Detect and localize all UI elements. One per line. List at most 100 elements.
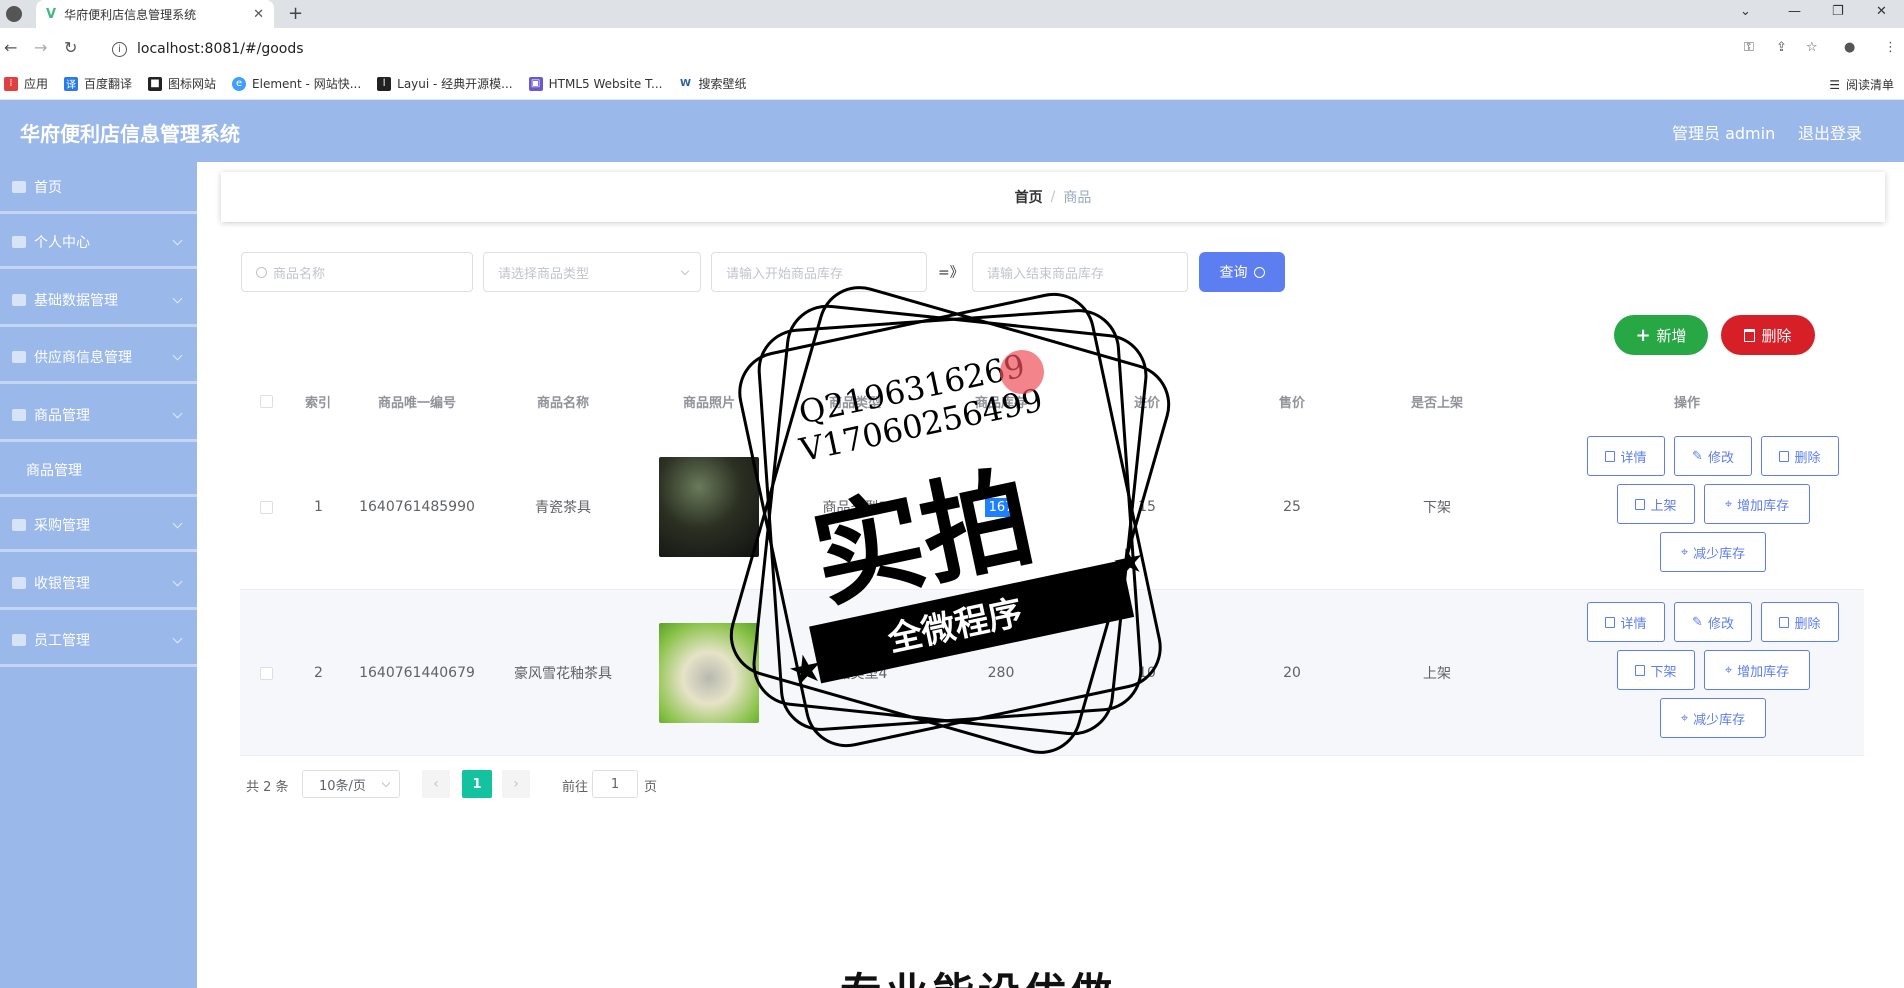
stock-start-input[interactable]: 请输入开始商品库存 [711,252,927,292]
sidebar-item-base-data[interactable]: 基础数据管理 [0,275,197,327]
key-icon[interactable]: ⚿ [1744,40,1754,55]
header-type: 商品类型 [828,395,881,411]
bookmarks-bar: ⁞ 应用 译百度翻译 ■ 图标网站 e Element - 网站快... l Layui… [0,68,1904,100]
query-button[interactable]: 查询 [1199,252,1285,292]
pin-icon: ⌖ [1680,710,1689,726]
reload-icon[interactable]: ↻ [64,38,77,57]
select-all-header [240,378,292,424]
url-text: localhost:8081/#/goods [137,41,304,57]
chevron-down-icon [680,266,690,276]
add-button[interactable]: + 新增 [1614,315,1708,355]
html5-icon: ▣ [528,76,543,91]
add-stock-button[interactable]: ⌖ 增加库存 [1704,650,1810,690]
browser-more-icon[interactable]: ⋮ [1884,40,1897,55]
share-icon[interactable]: ⇪ [1776,40,1787,55]
url-field[interactable]: i localhost:8081/#/goods [104,36,1864,62]
new-tab-icon[interactable]: + [288,3,303,24]
toggle-shelf-button[interactable]: 下架 [1617,650,1695,690]
bookmark-wallpaper[interactable]: W 搜索壁纸 [678,75,746,92]
sidebar-item-purchase[interactable]: 采购管理 [0,500,197,552]
goto-page-input[interactable]: 1 [592,770,638,798]
sidebar-item-profile[interactable]: 个人中心 [0,217,197,269]
bookmark-icon-site[interactable]: ■ 图标网站 [148,75,216,92]
back-icon[interactable]: ← [4,38,17,57]
bookmark-baidu-translate[interactable]: 译百度翻译 [64,75,132,92]
header-on-shelf: 是否上架 [1410,395,1463,411]
layui-icon: l [377,76,392,91]
supplier-icon [12,350,26,363]
goods-photo[interactable] [659,457,759,557]
row-type: 商品类型3 [822,500,888,516]
reduce-stock-button[interactable]: ⌖ 减少库存 [1660,532,1766,572]
add-stock-button[interactable]: ⌖ 增加库存 [1704,484,1810,524]
row-stock-cell: 167 [928,424,1074,590]
sidebar-item-staff[interactable]: 员工管理 [0,615,197,667]
row-delete-button[interactable]: 删除 [1761,602,1839,642]
site-info-icon[interactable]: i [112,41,127,57]
sidebar-item-home[interactable]: 首页 [0,162,197,214]
close-tab-icon[interactable]: ✕ [253,7,264,22]
table-row: 2 1640761440679 豪风雪花釉茶具 商品类型4 280 10 20 … [240,590,1864,756]
forward-icon[interactable]: → [34,38,47,57]
stock-end-input[interactable]: 请输入结束商品库存 [972,252,1188,292]
restore-icon[interactable]: ❐ [1832,4,1844,19]
row-delete-button[interactable]: 删除 [1761,436,1839,476]
row-stock: 167 [984,497,1018,517]
delete-button[interactable]: 删除 [1721,315,1815,355]
sidebar-item-goods[interactable]: 商品管理 [0,390,197,442]
header-index: 索引 [304,395,331,411]
edit-button[interactable]: ✎ 修改 [1674,602,1752,642]
trash-icon [1779,450,1790,462]
bookmark-star-icon[interactable]: ☆ [1806,40,1818,55]
browser-tab[interactable]: V 华府便利店信息管理系统 ✕ [36,0,274,28]
chevron-down-icon [172,633,183,644]
goto-label: 前往 [562,780,589,795]
edit-button[interactable]: ✎ 修改 [1674,436,1752,476]
row-buy-price: 10 [1138,665,1156,681]
sidebar-item-supplier[interactable]: 供应商信息管理 [0,332,197,384]
minimize-icon[interactable]: — [1788,4,1801,19]
trash-icon [1744,328,1756,342]
header-stock: 商品库存 [974,395,1027,411]
goods-icon [12,408,26,421]
toggle-shelf-button[interactable]: 上架 [1617,484,1695,524]
page-size-select[interactable]: 10条/页 [302,770,400,798]
row-checkbox[interactable] [259,500,273,514]
sidebar-item-cashier[interactable]: 收银管理 [0,558,197,610]
row-checkbox[interactable] [259,666,273,680]
browser-menu-icon[interactable] [6,6,22,22]
staff-icon [12,633,26,646]
row-photo-cell [636,590,782,756]
reading-list-icon: ☰ [1829,77,1840,92]
profile-icon[interactable]: ● [1844,40,1855,55]
app-title: 华府便利店信息管理系统 [20,122,240,146]
breadcrumb-home[interactable]: 首页 [1015,187,1043,207]
goods-type-select[interactable]: 请选择商品类型 [483,252,701,292]
pencil-icon: ✎ [1692,448,1703,464]
bookmark-layui[interactable]: l Layui - 经典开源模... [377,75,513,92]
next-page-button[interactable]: › [502,770,530,798]
icon-site-icon: ■ [148,76,163,91]
detail-button[interactable]: 详情 [1587,436,1665,476]
reading-list[interactable]: ☰ 阅读清单 [1829,76,1894,93]
goods-photo[interactable] [659,623,759,723]
logout-link[interactable]: 退出登录 [1798,120,1862,144]
close-window-icon[interactable]: ✕ [1876,4,1887,19]
chevron-left-icon: ‹ [433,776,439,792]
sidebar-subitem-goods[interactable]: 商品管理 [0,445,197,497]
header-photo: 商品照片 [682,395,735,411]
reduce-stock-button[interactable]: ⌖ 减少库存 [1660,698,1766,738]
prev-page-button[interactable]: ‹ [422,770,450,798]
apps-grid-icon: ⁞ [4,76,18,91]
bookmark-element[interactable]: e Element - 网站快... [232,75,361,92]
bookmark-html5[interactable]: ▣ HTML5 Website T... [528,76,662,91]
select-all-checkbox[interactable] [259,394,273,408]
page-number-current[interactable]: 1 [462,770,492,798]
vue-favicon-icon: V [46,6,57,22]
header-code: 商品唯一编号 [377,395,456,411]
bookmark-apps[interactable]: ⁞ 应用 [4,75,48,92]
detail-button[interactable]: 详情 [1587,602,1665,642]
tab-search-icon[interactable]: ⌄ [1740,4,1751,19]
row-checkbox-cell [240,424,292,590]
goods-name-input[interactable]: 商品名称 [241,252,473,292]
